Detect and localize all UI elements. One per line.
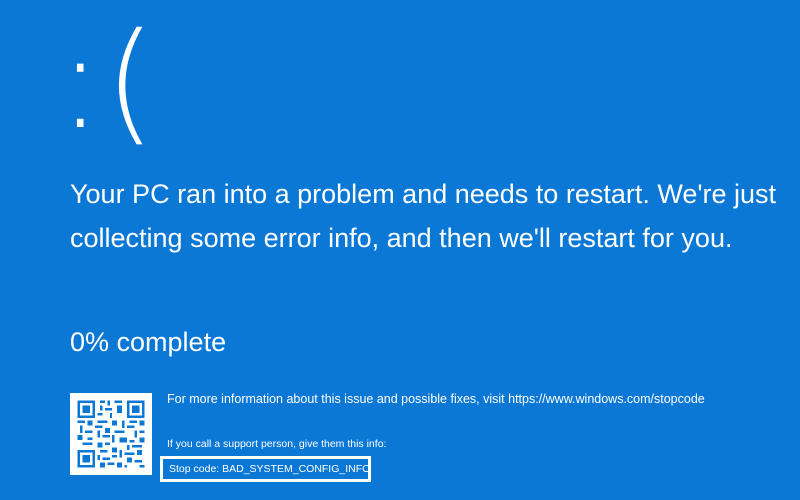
progress-text: 0% complete: [70, 327, 227, 357]
qr-code-graphic: [75, 398, 147, 470]
stop-code-box: Stop code: BAD_SYSTEM_CONFIG_INFO: [160, 456, 371, 482]
support-info-text: If you call a support person, give them …: [167, 438, 387, 450]
error-message: Your PC ran into a problem and needs to …: [70, 179, 777, 253]
stop-code-text: Stop code: BAD_SYSTEM_CONFIG_INFO: [169, 463, 371, 475]
qr-code-icon: [70, 393, 152, 475]
sad-face: :(: [58, 5, 158, 159]
more-info-text: For more information about this issue an…: [167, 392, 705, 406]
